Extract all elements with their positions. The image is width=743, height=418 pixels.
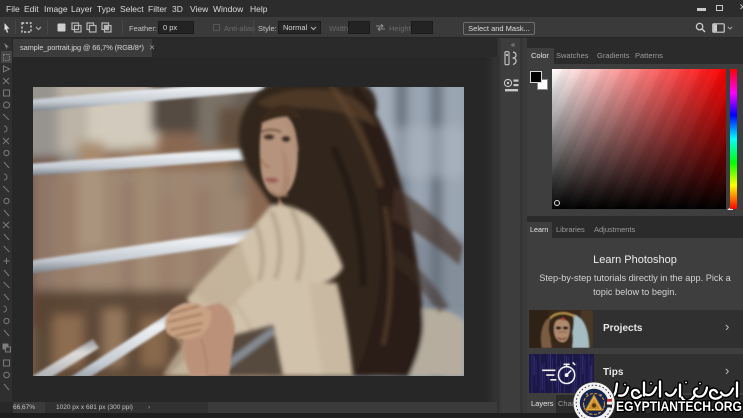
svg-text:EGYPTIANTECH.ORG: EGYPTIANTECH.ORG xyxy=(616,398,742,414)
